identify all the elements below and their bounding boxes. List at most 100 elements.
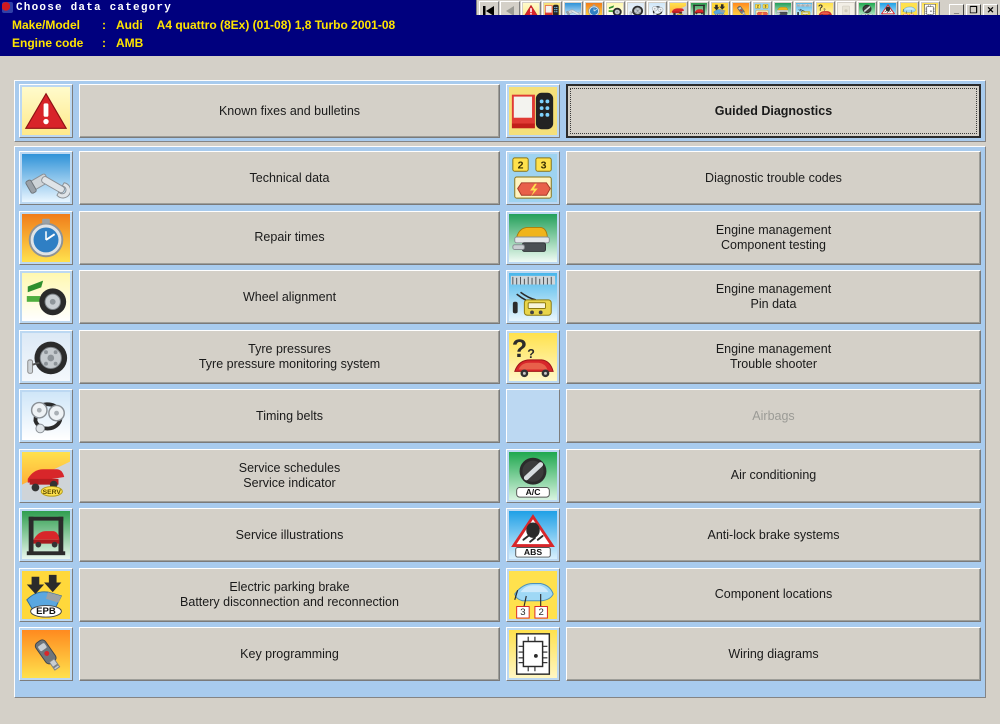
engine-code-label: Engine code	[12, 36, 102, 50]
wheel-alignment-icon[interactable]	[19, 270, 73, 324]
icon-art	[22, 154, 70, 202]
category-button: Airbags	[566, 389, 981, 443]
spanner-icon[interactable]	[19, 151, 73, 205]
icon-art: EPB	[22, 571, 70, 619]
category-button[interactable]: Engine management Component testing	[566, 211, 981, 265]
category-entry: ABS Anti-lock brake systems	[506, 508, 981, 562]
category-button-label: Diagnostic trouble codes	[705, 171, 842, 186]
category-entry: Wheel alignment	[19, 270, 500, 324]
category-button-label: Technical data	[250, 171, 330, 186]
service-schedule-icon[interactable]: SERV	[19, 449, 73, 503]
category-button-label: Engine management Pin data	[716, 282, 831, 312]
category-button[interactable]: Repair times	[79, 211, 500, 265]
category-entry: Engine management Component testing	[506, 211, 981, 265]
category-row: Service illustrations ABS Anti-lock brake …	[19, 508, 981, 562]
category-button-label: Tyre pressures Tyre pressure monitoring …	[199, 342, 380, 372]
window-title: Choose data category	[16, 2, 172, 14]
category-entry: Engine management Pin data	[506, 270, 981, 324]
category-entry: Wiring diagrams	[506, 627, 981, 681]
category-button[interactable]: Tyre pressures Tyre pressure monitoring …	[79, 330, 500, 384]
engine-code-colon: :	[102, 36, 116, 50]
icon-art	[22, 333, 70, 381]
multimeter-icon[interactable]	[506, 270, 560, 324]
category-button-label: Engine management Component testing	[716, 223, 831, 253]
icon-art: 32	[509, 571, 557, 619]
svg-text:3: 3	[765, 5, 767, 9]
category-row: Timing belts Airbags	[19, 389, 981, 443]
category-button[interactable]: Anti-lock brake systems	[566, 508, 981, 562]
category-entry: Service illustrations	[19, 508, 500, 562]
fault-code-icon[interactable]: 23	[506, 151, 560, 205]
category-button[interactable]: Electric parking brake Battery disconnec…	[79, 568, 500, 622]
icon-art	[22, 511, 70, 559]
category-button-label: Service illustrations	[236, 528, 344, 543]
category-button-label: Anti-lock brake systems	[708, 528, 840, 543]
key-fob-icon[interactable]	[19, 627, 73, 681]
tyre-gauge-icon[interactable]	[19, 330, 73, 384]
icon-art: A/C	[509, 452, 557, 500]
question-car-icon[interactable]: ??	[506, 330, 560, 384]
category-row: Technical data 23 Diagnostic trouble codes	[19, 151, 981, 205]
focus-ring	[570, 88, 977, 134]
icon-art	[509, 214, 557, 262]
svg-text:2: 2	[538, 607, 543, 618]
svg-text:2: 2	[757, 5, 759, 9]
category-entry: SERV Service schedules Service indicator	[19, 449, 500, 503]
category-button-label: Component locations	[715, 587, 832, 602]
category-button[interactable]: Air conditioning	[566, 449, 981, 503]
ecu-component-icon[interactable]	[506, 211, 560, 265]
wiring-diagram-icon[interactable]	[506, 627, 560, 681]
category-list-panel: Technical data23Diagnostic trouble codes…	[14, 146, 986, 698]
featured-category-panel: Known fixes and bulletins Guided Diagnost…	[14, 80, 986, 142]
category-button-label: Service schedules Service indicator	[239, 461, 340, 491]
category-button-label: Known fixes and bulletins	[219, 104, 360, 119]
icon-art: ??	[509, 333, 557, 381]
category-button[interactable]: Wheel alignment	[79, 270, 500, 324]
abs-warning-icon[interactable]: ABS	[506, 508, 560, 562]
category-row: Wheel alignment Engine management Pin dat…	[19, 270, 981, 324]
make-name: Audi	[116, 18, 143, 32]
make-model-colon: :	[102, 18, 116, 32]
category-row: Known fixes and bulletins Guided Diagnost…	[19, 84, 981, 138]
category-button[interactable]: Service illustrations	[79, 508, 500, 562]
scan-tool-icon[interactable]	[506, 84, 560, 138]
warning-triangle-icon[interactable]	[19, 84, 73, 138]
category-button-label: Air conditioning	[731, 468, 816, 483]
category-row: Tyre pressures Tyre pressure monitoring …	[19, 330, 981, 384]
epb-icon[interactable]: EPB	[19, 568, 73, 622]
category-button[interactable]: Wiring diagrams	[566, 627, 981, 681]
svg-text:3: 3	[520, 607, 525, 618]
svg-text:A/C: A/C	[526, 487, 541, 497]
category-button[interactable]: Timing belts	[79, 389, 500, 443]
make-model-value: Audi A4 quattro (8Ex) (01-08) 1,8 Turbo 2…	[116, 18, 395, 32]
svg-text:?: ?	[512, 335, 527, 363]
category-button[interactable]: Engine management Pin data	[566, 270, 981, 324]
car-locations-icon[interactable]: 32	[506, 568, 560, 622]
category-button[interactable]: Key programming	[79, 627, 500, 681]
engine-code-row: Engine code : AMB	[12, 36, 1000, 54]
car-lift-icon[interactable]	[19, 508, 73, 562]
category-button-label: Wheel alignment	[243, 290, 336, 305]
category-button[interactable]: Diagnostic trouble codes	[566, 151, 981, 205]
icon-art	[509, 392, 557, 440]
category-button[interactable]: Engine management Trouble shooter	[566, 330, 981, 384]
category-button[interactable]: Known fixes and bulletins	[79, 84, 500, 138]
category-button[interactable]: Technical data	[79, 151, 500, 205]
icon-art	[509, 630, 557, 678]
category-button-label: Key programming	[240, 647, 339, 662]
model-name: A4 quattro (8Ex) (01-08) 1,8 Turbo 2001-…	[157, 18, 396, 32]
svg-text:EPB: EPB	[36, 606, 56, 617]
category-entry: Timing belts	[19, 389, 500, 443]
category-button[interactable]: Service schedules Service indicator	[79, 449, 500, 503]
category-page: Known fixes and bulletins Guided Diagnost…	[0, 56, 1000, 724]
icon-art: SERV	[22, 452, 70, 500]
timing-belt-icon[interactable]	[19, 389, 73, 443]
stopwatch-icon[interactable]	[19, 211, 73, 265]
category-button-label: Repair times	[254, 230, 324, 245]
category-entry: 23 Diagnostic trouble codes	[506, 151, 981, 205]
category-entry: Technical data	[19, 151, 500, 205]
icon-art: ABS	[509, 511, 557, 559]
category-button[interactable]: Guided Diagnostics	[566, 84, 981, 138]
ac-dial-icon[interactable]: A/C	[506, 449, 560, 503]
category-button[interactable]: Component locations	[566, 568, 981, 622]
